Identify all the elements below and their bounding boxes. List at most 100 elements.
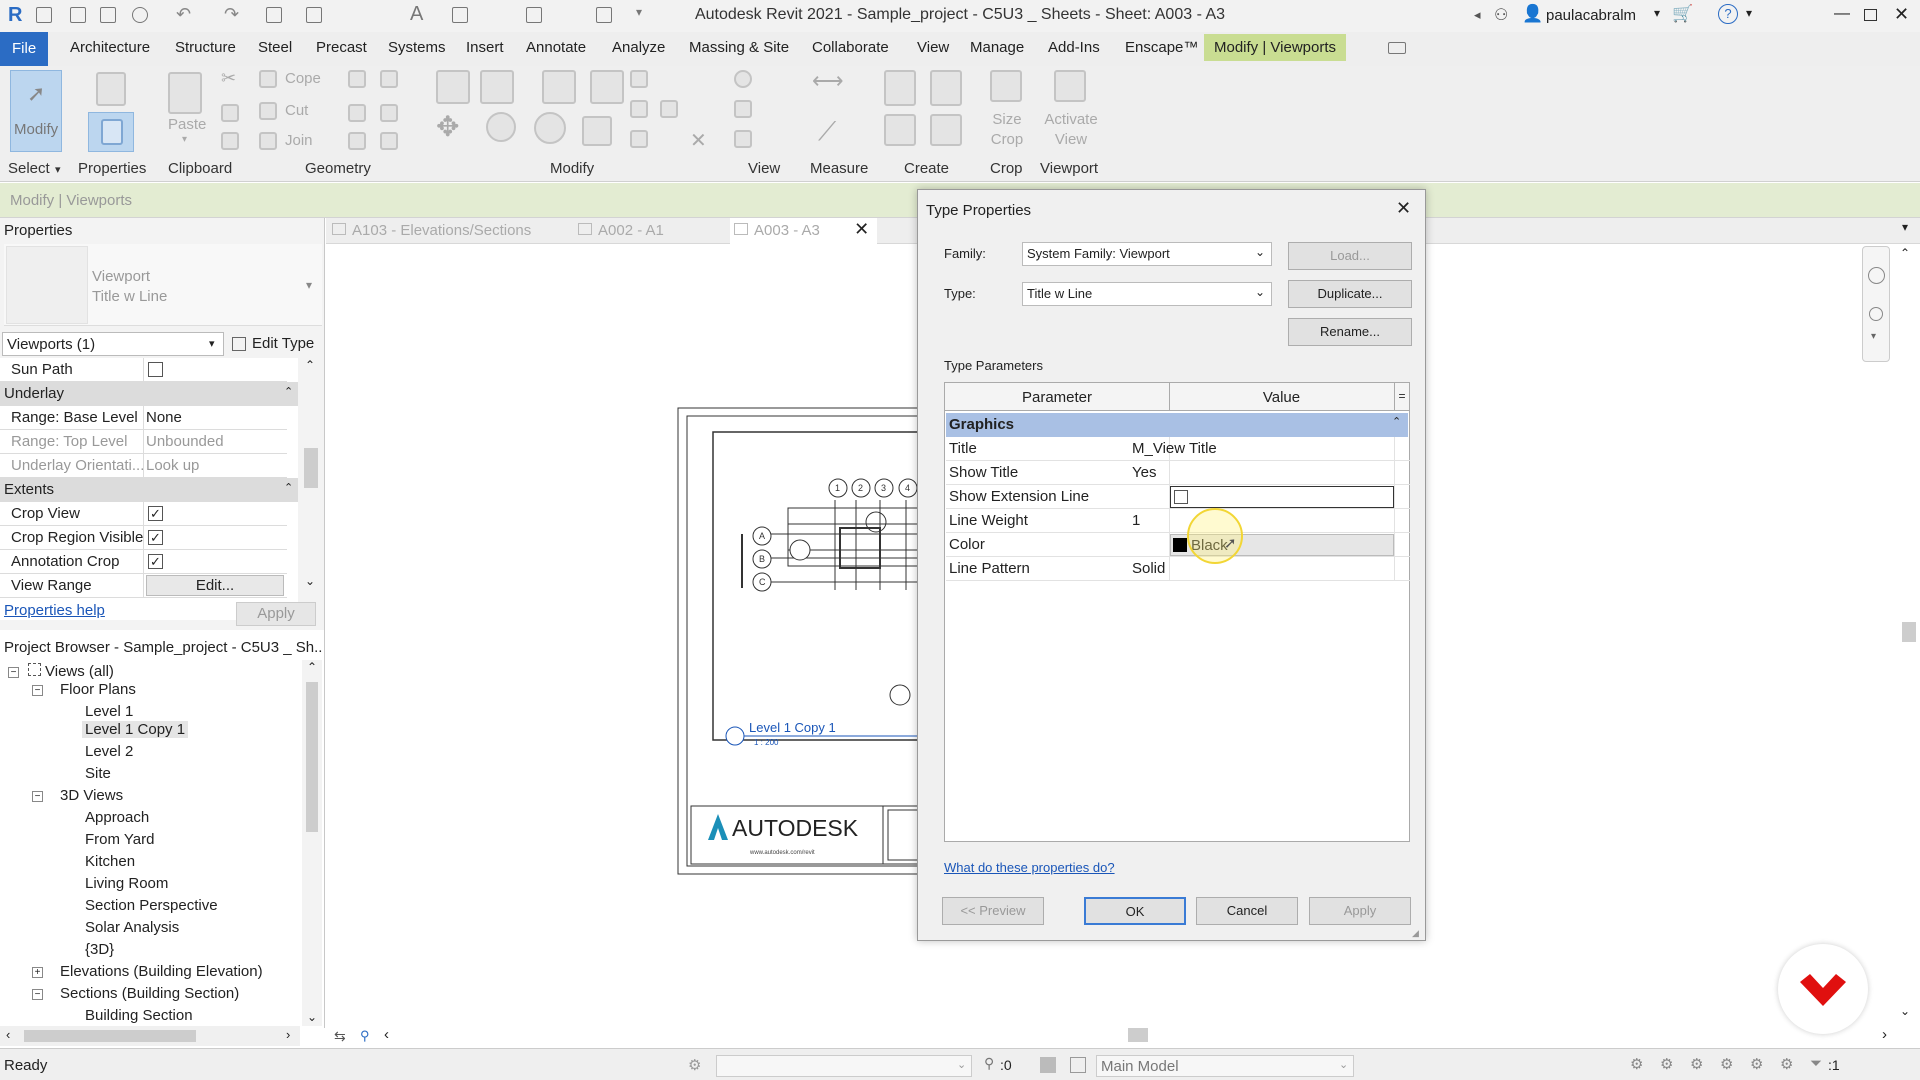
match-icon[interactable] [221,132,239,150]
tree-level-2[interactable]: Level 2 [85,743,133,760]
pin-icon[interactable] [630,130,648,148]
size-crop-button[interactable]: Size Crop [990,110,1024,150]
view-hscroll-right-icon[interactable]: › [1882,1026,1887,1043]
cut-geometry-icon[interactable] [259,102,277,120]
prop-row-crop-region-visible[interactable]: Crop Region Visible ✓ [0,526,287,550]
col-parameter[interactable]: Parameter [945,389,1169,406]
geometry-tool-2-icon[interactable] [380,70,398,88]
scroll-up-icon[interactable]: ⌃ [307,660,317,674]
tab-annotate[interactable]: Annotate [526,39,586,56]
search-arrow-icon[interactable]: ◂ [1474,7,1481,23]
linework-icon[interactable] [734,130,752,148]
type-selector[interactable]: Viewport Title w Line ▾ [4,244,322,326]
tree-level-1[interactable]: Level 1 [85,703,133,720]
paste-label[interactable]: Paste [168,116,206,133]
sheet-drawing[interactable]: 1 2 3 4 A B C Level 1 Copy 1 1 : 200 AUT… [660,400,930,880]
scroll-down-icon[interactable]: ⌄ [305,574,315,588]
mirror-line-icon[interactable] [590,70,624,104]
prop-value[interactable]: Look up [146,457,199,474]
doc-tab-a002[interactable]: A002 - A1 [578,218,664,244]
tab-analyze[interactable]: Analyze [612,39,665,56]
param-row-show-title[interactable]: Show Title Yes [946,461,1410,485]
ribbon-toggle-icon[interactable] [1388,42,1406,54]
design-options-2-icon[interactable] [1070,1057,1086,1073]
tab-view[interactable]: View [917,39,949,56]
hide-icon[interactable] [734,70,752,88]
scroll-left-icon[interactable]: ‹ [6,1027,10,1042]
tab-insert[interactable]: Insert [466,39,504,56]
tree-sections[interactable]: Sections (Building Section) [60,985,239,1002]
user-icon[interactable]: 👤 [1522,4,1543,24]
properties-help-link[interactable]: Properties help [4,602,105,619]
tree-floor-plans[interactable]: Floor Plans [60,681,136,698]
panel-select[interactable]: Select [8,160,50,177]
collapse-views-icon[interactable]: − [8,667,19,678]
view-scroll-down-icon[interactable]: ⌄ [1900,1004,1910,1018]
geometry-tool-5-icon[interactable] [348,132,366,150]
view-vscroll-thumb[interactable] [1902,622,1916,642]
scroll-thumb[interactable] [306,682,318,832]
tree-site[interactable]: Site [85,765,111,782]
geometry-tool-6-icon[interactable] [380,132,398,150]
collapse-group-icon[interactable]: ⌃ [1392,415,1401,428]
tree-from-yard[interactable]: From Yard [85,831,154,848]
scroll-thumb[interactable] [304,448,318,488]
properties-top-icon[interactable] [96,72,126,106]
tab-modify-viewports[interactable]: Modify | Viewports [1204,34,1346,61]
paste-chevron-icon[interactable]: ▾ [182,134,187,145]
browser-scrollbar[interactable]: ⌃ ⌄ [302,660,322,1026]
tab-file[interactable]: File [0,32,49,66]
param-row-line-weight[interactable]: Line Weight 1 [946,509,1410,533]
close-tab-icon[interactable]: ✕ [854,219,869,239]
param-value[interactable]: Solid [1132,560,1165,577]
preview-button[interactable]: << Preview [942,897,1044,925]
resize-grip-icon[interactable]: ◢ [1412,928,1419,939]
create-group-icon[interactable] [884,114,916,146]
family-combo[interactable]: System Family: Viewport ⌄ [1022,242,1272,266]
trim-icon[interactable] [582,116,612,146]
steering-wheel-icon[interactable] [1868,267,1885,284]
prop-row-crop-view[interactable]: Crop View ✓ [0,502,287,526]
scroll-down-icon[interactable]: ⌄ [307,1010,317,1024]
rename-button[interactable]: Rename... [1288,318,1412,346]
activate-view-button[interactable]: Activate View [1040,110,1102,150]
tree-section-perspective[interactable]: Section Perspective [85,897,218,914]
apply-button[interactable]: Apply [1309,897,1411,925]
sun-path-checkbox[interactable] [148,362,163,377]
column-options-button[interactable]: = [1394,383,1409,411]
delete-icon[interactable]: ✕ [690,128,707,153]
view-range-edit-button[interactable]: Edit... [146,575,284,596]
prop-row-base-level[interactable]: Range: Base Level None [0,406,287,430]
help-icon[interactable]: ? [1718,4,1738,24]
col-value[interactable]: Value [1169,389,1394,406]
tree-solar-analysis[interactable]: Solar Analysis [85,919,179,936]
group-extents[interactable]: Extents ⌃ [0,478,298,502]
prop-value[interactable]: Unbounded [146,433,224,450]
size-crop-icon[interactable] [990,70,1022,102]
design-options-icon[interactable] [1040,1057,1056,1073]
tree-kitchen[interactable]: Kitchen [85,853,135,870]
duplicate-button[interactable]: Duplicate... [1288,280,1412,308]
select-by-face-icon[interactable]: ⚙ [1720,1055,1733,1073]
param-row-title[interactable]: Title M_View Title [946,437,1410,461]
select-pinned-icon[interactable]: ⚙ [1690,1055,1703,1073]
view-hscroll-thumb[interactable] [1128,1028,1148,1042]
offset-icon[interactable] [480,70,514,104]
type-combo[interactable]: Title w Line ⌄ [1022,282,1272,306]
table-scroll-track[interactable] [1394,437,1409,581]
tree-living-room[interactable]: Living Room [85,875,168,892]
tab-overflow-icon[interactable]: ▾ [1902,220,1908,234]
join-icon[interactable] [259,132,277,150]
restore-icon[interactable] [1864,9,1877,21]
extension-line-field[interactable] [1170,486,1394,508]
doc-tab-a103[interactable]: A103 - Elevations/Sections [332,218,531,244]
view-control-icon[interactable]: ⇆ [334,1028,346,1045]
workset-combo[interactable]: ⌄ [716,1055,972,1077]
instance-selector[interactable]: Viewports (1) ▾ [2,332,224,356]
param-value[interactable]: 1 [1132,512,1140,529]
panel-select-chevron-icon[interactable]: ▾ [55,163,61,176]
minimize-icon[interactable]: — [1834,5,1850,23]
design-option-combo[interactable]: Main Model ⌄ [1096,1055,1354,1077]
activate-view-icon[interactable] [1054,70,1086,102]
scroll-up-icon[interactable]: ⌃ [305,358,315,372]
